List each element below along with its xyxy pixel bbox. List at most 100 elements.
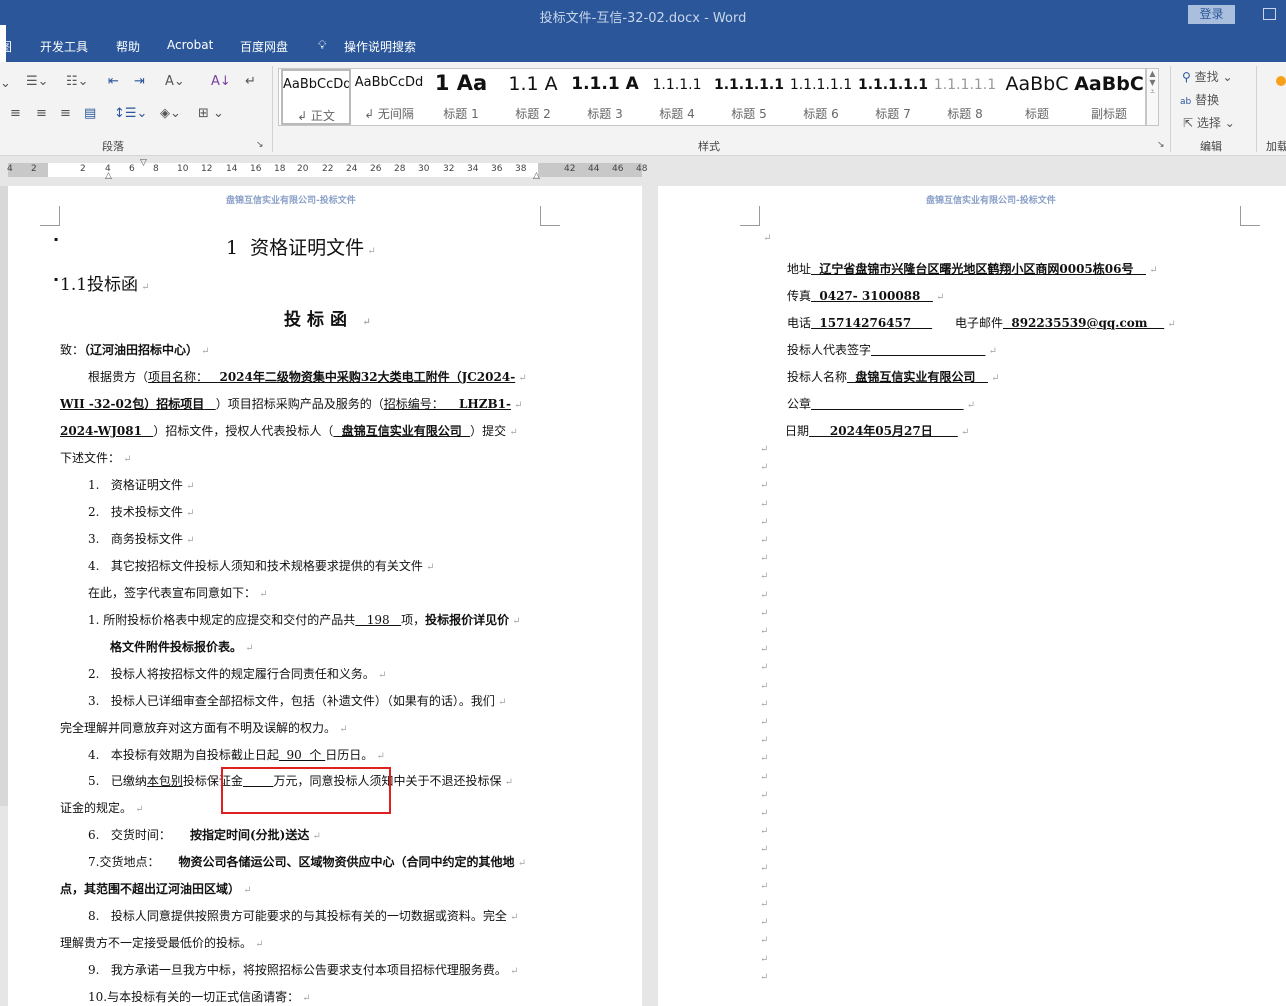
horizontal-ruler[interactable]: 4 2 2 4 6 8 10 12 14 16 18 20 22 24 26 28 30 32 34 36 38 42 44… <box>0 158 1286 184</box>
tab-developer[interactable]: 开发工具 <box>40 38 88 55</box>
style-subtitle[interactable]: AaBbC 副标题 <box>1073 69 1145 125</box>
style-heading-6[interactable]: 1.1.1.1.1 标题 6 <box>785 69 857 125</box>
paragraph-mark-icon: ↵ <box>509 616 521 627</box>
style-no-spacing[interactable]: AaBbCcDd ↲ 无间隔 <box>353 69 425 125</box>
style-title[interactable]: AaBbC 标题 <box>1001 69 1073 125</box>
paragraph-line[interactable]: 6. 交货时间： 按指定时间(分批)送达 ↵ <box>88 826 321 843</box>
style-heading-7[interactable]: 1.1.1.1.1 标题 7 <box>857 69 929 125</box>
paragraph-line[interactable]: 1.1投标函 ↵ <box>60 270 150 295</box>
styles-gallery-scroll[interactable]: ▲ ▼ ⩡ <box>1146 68 1159 126</box>
ruler-tick: 24 <box>346 164 358 174</box>
text-run: 投标人名称 <box>787 370 848 384</box>
heading-marker-icon: ▪ <box>54 276 59 283</box>
paragraph-line[interactable]: 证金的规定。 ↵ <box>60 799 144 816</box>
bullets-dropdown[interactable]: ⌄ <box>0 76 11 91</box>
align-left-icon[interactable]: ≡ <box>10 106 21 121</box>
ruler-tick: 28 <box>394 164 406 174</box>
paragraph-line[interactable]: 10.与本投标有关的一切正式信函请寄： ↵ <box>88 988 311 1005</box>
tab-baidu-netdisk[interactable]: 百度网盘 <box>240 38 288 55</box>
first-line-indent-marker[interactable]: ▽ <box>140 158 147 168</box>
decrease-indent-icon[interactable]: ⇤ <box>108 74 119 89</box>
paragraph-line[interactable]: 地址 辽宁省盘锦市兴隆台区曙光地区鹤翔小区商网0005栋06号 ↵ <box>787 260 1158 277</box>
paragraph-mark-icon: ↵ <box>760 553 769 565</box>
increase-indent-icon[interactable]: ⇥ <box>134 74 145 89</box>
tell-me-search[interactable]: 操作说明搜索 <box>344 38 416 55</box>
paragraph-line[interactable]: 投标人名称 盘锦互信实业有限公司 ↵ <box>787 368 999 385</box>
style-heading-4[interactable]: 1.1.1.1 标题 4 <box>641 69 713 125</box>
paragraph-line[interactable]: 根据贵方（项目名称： 2024年二级物资集中采购32大类电工附件（JC2024-… <box>88 368 527 385</box>
paragraph-line[interactable]: 4. 本投标有效期为自投标截止日起 90 个 日历日。 ↵ <box>88 746 385 763</box>
select-button[interactable]: ⇱ 选择 ⌄ <box>1183 114 1235 131</box>
style-heading-2[interactable]: 1.1 A 标题 2 <box>497 69 569 125</box>
paragraph-mark-icon: ↵ <box>760 953 769 965</box>
style-heading-1[interactable]: 1 Aa 标题 1 <box>425 69 497 125</box>
paragraph-line[interactable]: 投标人代表签字 ↵ <box>787 341 997 358</box>
paragraph-mark-icon: ↵ <box>760 862 769 874</box>
ruler-tick: 22 <box>322 164 334 174</box>
style-heading-8[interactable]: 1.1.1.1.1 标题 8 <box>929 69 1001 125</box>
paragraph-mark-icon: ↵ <box>760 935 769 947</box>
paragraph-line[interactable]: 公章 ↵ <box>787 395 975 412</box>
paragraph-line[interactable]: 格文件附件投标报价表。 ↵ <box>110 638 254 655</box>
paragraph-line[interactable]: 2024-WJ081 ）招标文件，授权人代表投标人（ 盘锦互信实业有限公司 ）提… <box>60 422 518 439</box>
ruler-tick: 38 <box>515 164 527 174</box>
right-indent-marker[interactable]: △ <box>533 171 540 181</box>
hanging-indent-marker[interactable]: △ <box>105 171 112 181</box>
text-run: ）招标文件，授权人代表投标人（ <box>153 424 334 438</box>
tab-help[interactable]: 帮助 <box>116 38 140 55</box>
tab-acrobat[interactable]: Acrobat <box>167 38 213 52</box>
sort-icon[interactable]: A↓ <box>211 74 231 89</box>
login-button[interactable]: 登录 <box>1188 5 1235 24</box>
paragraph-line[interactable]: 7.交货地点： 物资公司各储运公司、区域物资供应中心（合同中约定的其他地 ↵ <box>88 853 526 870</box>
numbering-icon[interactable]: ☰⌄ <box>26 74 49 89</box>
paragraph-line[interactable]: 4. 其它按招标文件投标人须知和技术规格要求提供的有关文件 ↵ <box>88 557 434 574</box>
paragraph-line[interactable]: 3. 商务投标文件 ↵ <box>88 530 194 547</box>
heading-marker-icon: ▪ <box>54 236 59 243</box>
align-right-icon[interactable]: ≡ <box>60 106 71 121</box>
paragraph-mark-icon: ↵ <box>514 858 527 869</box>
paragraph-line[interactable]: 2. 技术投标文件 ↵ <box>88 503 194 520</box>
multilevel-list-icon[interactable]: ☷⌄ <box>66 74 89 89</box>
text-direction-icon[interactable]: A⌄ <box>165 74 185 89</box>
paragraph-line[interactable]: 1. 所附投标价格表中规定的应提交和交付的产品共 198 项，投标报价详见价 ↵ <box>88 611 521 628</box>
styles-dialog-launcher[interactable]: ↘ <box>1157 140 1165 150</box>
text-run: 4. 其它按招标文件投标人须知和技术规格要求提供的有关文件 <box>88 559 423 573</box>
paragraph-line[interactable]: 致：（辽河油田招标中心） ↵ <box>60 341 210 358</box>
addin-icon[interactable] <box>1276 76 1286 86</box>
paragraph-line[interactable]: 在此，签字代表宣布同意如下： ↵ <box>88 584 268 601</box>
paragraph-line[interactable]: 8. 投标人同意提供按照贵方可能要求的与其投标有关的一切数据或资料。完全 ↵ <box>88 907 518 924</box>
paragraph-mark-icon: ↵ <box>760 917 769 929</box>
text-run: LHZB1- <box>458 397 511 411</box>
paragraph-line[interactable]: 投标函 ↵ <box>284 305 377 330</box>
paragraph-dialog-launcher[interactable]: ↘ <box>256 140 264 150</box>
paragraph-line[interactable]: 传真 0427- 3100088 ↵ <box>787 287 944 304</box>
cursor-icon: ⇱ <box>1183 116 1194 130</box>
paragraph-line[interactable]: 9. 我方承诺一旦我方中标，将按照招标公告要求支付本项目招标代理服务费。 ↵ <box>88 961 518 978</box>
style-heading-3[interactable]: 1.1.1 A 标题 3 <box>569 69 641 125</box>
find-button[interactable]: ⚲ 查找 ⌄ <box>1182 68 1233 85</box>
paragraph-line[interactable]: 1. 资格证明文件 ↵ <box>88 476 194 493</box>
align-center-icon[interactable]: ≡ <box>36 106 47 121</box>
borders-icon[interactable]: ⊞ ⌄ <box>198 106 224 121</box>
paragraph-line[interactable]: 下述文件： ↵ <box>60 449 132 466</box>
paragraph-line[interactable]: 完全理解并同意放弃对这方面有不明及误解的权力。 ↵ <box>60 719 348 736</box>
paragraph-line[interactable]: 电话 15714276457 电子邮件 892235539@qq.com ↵ <box>787 314 1176 331</box>
style-heading-5[interactable]: 1.1.1.1.1 标题 5 <box>713 69 785 125</box>
show-marks-icon[interactable]: ↵ <box>245 74 256 89</box>
ruler-tick: 36 <box>491 164 503 174</box>
paragraph-line[interactable]: 理解贵方不一定接受最低价的投标。 ↵ <box>60 934 264 951</box>
replace-button[interactable]: ab 替换 <box>1180 91 1219 108</box>
paragraph-line[interactable]: 点，其范围不超出辽河油田区域） ↵ <box>60 880 252 897</box>
paragraph-line[interactable]: 1 资格证明文件 ↵ <box>226 233 376 260</box>
paragraph-line[interactable]: 日期 2024年05月27日 ↵ <box>785 422 969 439</box>
line-spacing-icon[interactable]: ↕☰⌄ <box>114 106 147 121</box>
shading-icon[interactable]: ◈⌄ <box>160 106 181 121</box>
paragraph-line[interactable]: ↵ <box>760 230 771 244</box>
ribbon-display-options-icon[interactable] <box>1263 8 1276 20</box>
distributed-icon[interactable]: ▤ <box>84 106 96 121</box>
paragraph-line[interactable]: 2. 投标人将按招标文件的规定履行合同责任和义务。 ↵ <box>88 665 386 682</box>
tab-view[interactable]: 图 <box>0 38 12 55</box>
paragraph-line[interactable]: 3. 投标人已详细审查全部招标文件，包括（补遗文件）（如果有的话）。我们 ↵ <box>88 692 506 709</box>
style-normal[interactable]: AaBbCcDd ↲ 正文 <box>281 69 351 125</box>
paragraph-line[interactable]: WII -32-02包）招标项目 ）项目招标采购产品及服务的（招标编号： LHZ… <box>60 395 523 412</box>
